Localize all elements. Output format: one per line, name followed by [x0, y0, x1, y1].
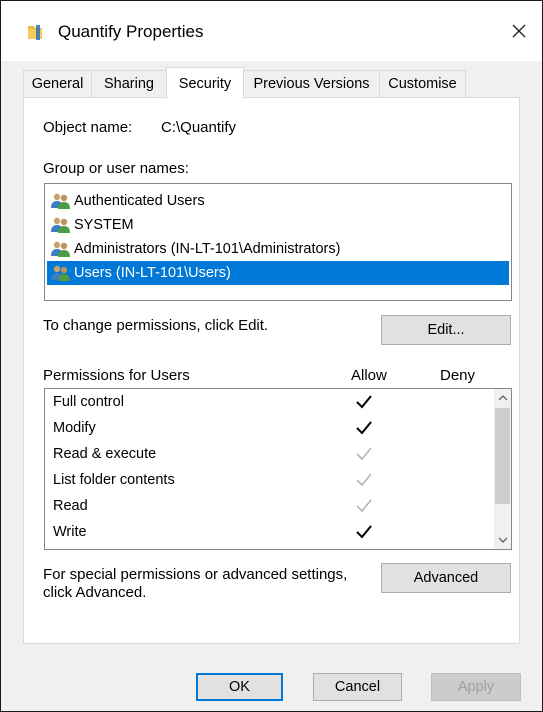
permission-name: Full control	[53, 394, 124, 410]
allow-check-icon[interactable]	[354, 392, 374, 412]
security-panel: Object name: C:\Quantify Group or user n…	[23, 97, 520, 644]
permission-name: Write	[53, 524, 87, 540]
object-name-value: C:\Quantify	[161, 119, 237, 136]
permission-name: Read	[53, 498, 88, 514]
permissions-list[interactable]: Full control Modify Read & execute List …	[44, 388, 512, 550]
allow-check-inherited-icon[interactable]	[354, 496, 374, 516]
permission-row: Full control	[53, 389, 483, 415]
tab-security[interactable]: Security	[166, 67, 244, 99]
chevron-down-icon	[498, 537, 507, 543]
user-item-administrators[interactable]: Administrators (IN-LT-101\Administrators…	[47, 237, 340, 261]
scroll-down-button[interactable]	[494, 532, 511, 549]
allow-check-icon[interactable]	[354, 522, 374, 542]
permission-name: List folder contents	[53, 472, 175, 488]
user-item-label: SYSTEM	[74, 217, 134, 233]
user-item-users[interactable]: Users (IN-LT-101\Users)	[47, 261, 509, 285]
apply-button[interactable]: Apply	[431, 673, 521, 701]
permission-row: Write	[53, 519, 483, 545]
close-icon	[512, 24, 526, 38]
users-group-icon	[51, 241, 70, 257]
permission-row: Read & execute	[53, 441, 483, 467]
edit-button[interactable]: Edit...	[381, 315, 511, 345]
chevron-up-icon	[498, 395, 507, 401]
tab-strip: General Sharing Security Previous Versio…	[23, 67, 483, 99]
allow-check-icon[interactable]	[354, 418, 374, 438]
tab-sharing[interactable]: Sharing	[91, 70, 167, 97]
users-group-icon	[51, 217, 70, 233]
change-permissions-text: To change permissions, click Edit.	[43, 317, 269, 334]
advanced-button[interactable]: Advanced	[381, 563, 511, 593]
permission-name: Read & execute	[53, 446, 157, 462]
user-item-system[interactable]: SYSTEM	[47, 213, 134, 237]
permission-row: List folder contents	[53, 467, 483, 493]
scroll-thumb[interactable]	[495, 408, 510, 504]
permission-row: Modify	[53, 415, 483, 441]
tab-general[interactable]: General	[23, 70, 92, 97]
cancel-button[interactable]: Cancel	[313, 673, 402, 701]
title-bar[interactable]: Quantify Properties	[1, 1, 542, 61]
close-button[interactable]	[496, 1, 542, 61]
tab-previous-versions[interactable]: Previous Versions	[243, 70, 380, 97]
permissions-header: Permissions for Users	[43, 367, 190, 384]
deny-column-header: Deny	[440, 367, 476, 384]
special-permissions-text-2: click Advanced.	[43, 584, 147, 601]
user-item-label: Authenticated Users	[74, 193, 205, 209]
ok-button[interactable]: OK	[196, 673, 283, 701]
user-item-label: Users (IN-LT-101\Users)	[74, 265, 231, 281]
users-group-icon	[51, 193, 70, 209]
object-name-label: Object name:	[43, 119, 133, 136]
tab-customise[interactable]: Customise	[379, 70, 466, 97]
special-permissions-text: For special permissions or advanced sett…	[43, 566, 348, 583]
permissions-scrollbar[interactable]	[494, 389, 511, 549]
scroll-up-button[interactable]	[494, 389, 511, 406]
allow-column-header: Allow	[351, 367, 387, 384]
allow-check-inherited-icon[interactable]	[354, 444, 374, 464]
folder-icon	[28, 25, 42, 40]
user-item-authenticated-users[interactable]: Authenticated Users	[47, 189, 205, 213]
properties-dialog: Quantify Properties General Sharing Secu…	[0, 0, 543, 712]
user-item-label: Administrators (IN-LT-101\Administrators…	[74, 241, 341, 257]
user-list[interactable]: Authenticated Users SYSTEM Administrator…	[44, 183, 512, 301]
users-group-icon	[51, 265, 70, 281]
window-title: Quantify Properties	[58, 22, 204, 41]
permission-name: Modify	[53, 420, 96, 436]
allow-check-inherited-icon[interactable]	[354, 470, 374, 490]
group-user-label: Group or user names:	[43, 160, 189, 177]
permission-row: Read	[53, 493, 483, 519]
